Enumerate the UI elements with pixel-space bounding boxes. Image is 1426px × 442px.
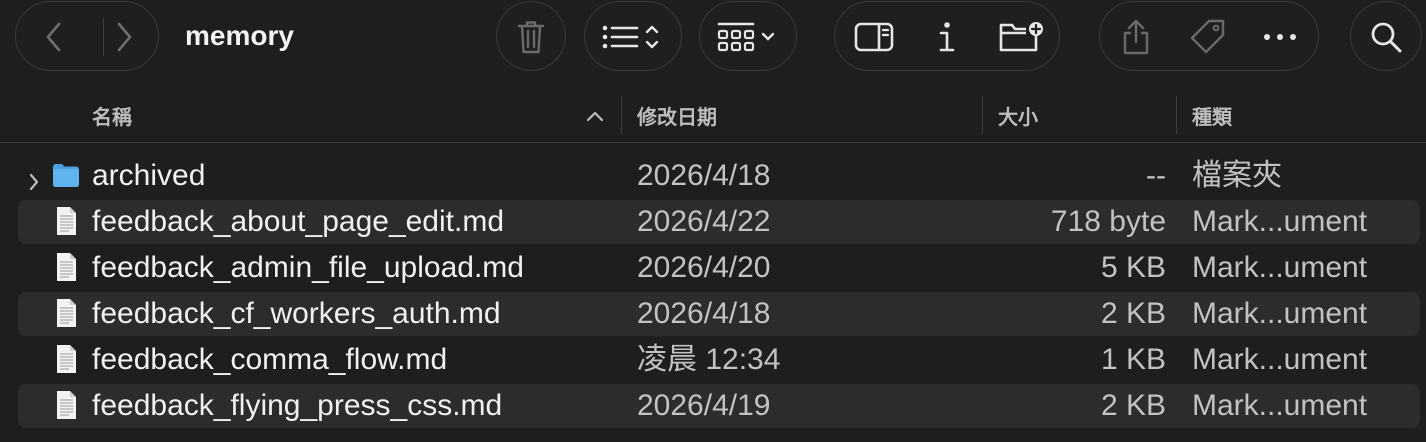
file-name: archived — [92, 159, 206, 192]
toolbar: memory — [0, 0, 1426, 88]
column-header-date[interactable]: 修改日期 — [637, 88, 717, 143]
new-folder-icon — [999, 22, 1043, 52]
file-date: 凌晨 12:34 — [637, 343, 781, 376]
file-row[interactable]: feedback_cf_workers_auth.md 2026/4/18 2 … — [18, 292, 1420, 336]
disclosure-chevron-icon[interactable] — [28, 166, 40, 200]
more-button[interactable] — [1260, 2, 1300, 72]
file-date: 2026/4/19 — [637, 389, 771, 422]
sidebar-panel-icon — [854, 22, 894, 52]
column-header-name[interactable]: 名稱 — [92, 88, 132, 143]
file-kind: Mark...ument — [1192, 205, 1368, 238]
file-kind: Mark...ument — [1192, 251, 1368, 284]
file-date: 2026/4/18 — [637, 297, 771, 330]
file-row[interactable]: feedback_flying_press_css.md 2026/4/19 2… — [18, 384, 1420, 428]
file-date: 2026/4/22 — [637, 205, 771, 238]
list-view-button[interactable] — [584, 1, 682, 71]
info-icon — [939, 22, 955, 52]
grid-group-icon — [716, 2, 780, 72]
chevron-left-icon — [46, 22, 61, 52]
view-options-group — [834, 1, 1060, 71]
column-divider[interactable] — [1176, 96, 1177, 134]
chevron-right-icon — [117, 22, 132, 52]
window-title: memory — [185, 20, 294, 51]
file-row[interactable]: feedback_admin_file_upload.md 2026/4/20 … — [18, 246, 1420, 290]
forward-button[interactable] — [104, 2, 144, 72]
file-kind: Mark...ument — [1192, 297, 1368, 330]
file-size: 2 KB — [1100, 389, 1166, 422]
trash-icon — [497, 2, 564, 72]
file-size: 718 byte — [1050, 205, 1166, 238]
file-kind: 檔案夾 — [1192, 159, 1282, 192]
file-row[interactable]: feedback_comma_flow.md 凌晨 12:34 1 KB Mar… — [18, 338, 1420, 382]
file-row[interactable]: feedback_about_page_edit.md 2026/4/22 71… — [18, 200, 1420, 244]
list-view-icon — [601, 2, 665, 72]
search-icon — [1351, 2, 1420, 72]
file-size: 1 KB — [1100, 343, 1166, 376]
delete-button[interactable] — [496, 1, 566, 71]
document-icon — [52, 206, 80, 244]
file-name: feedback_about_page_edit.md — [92, 205, 505, 238]
column-divider[interactable] — [621, 96, 622, 134]
column-header: 名稱 修改日期 大小 種類 — [0, 88, 1426, 143]
preview-pane-button[interactable] — [853, 2, 895, 72]
file-name: feedback_cf_workers_auth.md — [92, 297, 501, 330]
new-folder-button[interactable] — [997, 2, 1047, 72]
file-row[interactable]: archived 2026/4/18 -- 檔案夾 — [18, 154, 1420, 198]
tag-button[interactable] — [1188, 2, 1228, 72]
ellipsis-icon — [1264, 34, 1296, 40]
navigation-group — [15, 1, 159, 71]
folder-icon — [52, 160, 80, 198]
sharing-group — [1099, 1, 1319, 71]
group-button[interactable] — [699, 1, 797, 71]
file-name: feedback_comma_flow.md — [92, 343, 448, 376]
back-button[interactable] — [34, 2, 74, 72]
file-date: 2026/4/20 — [637, 251, 771, 284]
column-header-kind[interactable]: 種類 — [1192, 88, 1232, 143]
file-name: feedback_flying_press_css.md — [92, 389, 503, 422]
search-button[interactable] — [1350, 1, 1422, 71]
share-button[interactable] — [1118, 2, 1154, 72]
file-size: 5 KB — [1100, 251, 1166, 284]
file-kind: Mark...ument — [1192, 343, 1368, 376]
document-icon — [52, 344, 80, 382]
file-size: -- — [1146, 159, 1166, 192]
file-size: 2 KB — [1100, 297, 1166, 330]
get-info-button[interactable] — [931, 2, 961, 72]
file-name: feedback_admin_file_upload.md — [92, 251, 524, 284]
column-header-size[interactable]: 大小 — [998, 88, 1038, 143]
sort-ascending-icon — [586, 88, 604, 143]
column-divider[interactable] — [982, 96, 983, 134]
document-icon — [52, 298, 80, 336]
file-kind: Mark...ument — [1192, 389, 1368, 422]
file-date: 2026/4/18 — [637, 159, 771, 192]
document-icon — [52, 252, 80, 290]
tag-icon — [1190, 19, 1225, 54]
document-icon — [52, 390, 80, 428]
share-icon — [1123, 19, 1149, 55]
